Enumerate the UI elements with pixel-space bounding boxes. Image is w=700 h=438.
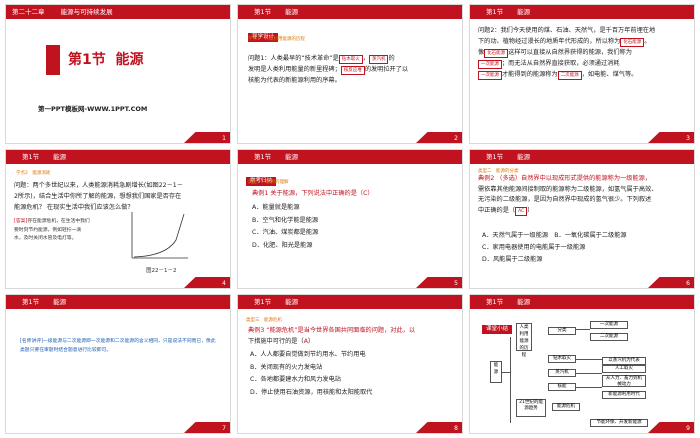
slide-subtitle: 第一PPT模板网-WWW.1PPT.COM [38, 105, 148, 113]
page-number: 4 [222, 280, 226, 287]
page-number: 9 [686, 425, 690, 432]
page-number: 5 [454, 280, 458, 287]
slide-thumbnail-2[interactable]: 第1节 能源 导学设计 学点1 人类利用能源的历程 问题1：人类最早的“技术革命”… [237, 4, 463, 144]
title-block [46, 45, 60, 75]
slide-title: 第1节 能源 [68, 52, 144, 68]
question-text: 典例1 关于能源，下列说法中正确的是（C） [252, 190, 374, 197]
slide-header-bar: 第1节 能源 [6, 150, 230, 164]
slide-body: 问题：两个多世纪以来，人类能源消耗急剧增长(如图22－1－ 2所示)，结合生活中你… [14, 182, 183, 211]
page-number: 2 [454, 135, 458, 142]
page-number: 3 [686, 135, 690, 142]
slide-header-bar: 第1节 能源 [238, 5, 462, 19]
section-title: 能源 [285, 8, 299, 16]
page-number: 1 [222, 135, 226, 142]
mm-eco: 节能环保、开发新能源 [590, 419, 648, 427]
mm-steam: 蒸汽机 [548, 369, 576, 377]
chapter-number: 第二十二章 [12, 8, 45, 16]
mind-map: 能源 人类利用能源的历程 钻木取火 蒸汽机 核能 分类 一次能源 二次能源 以蒸… [470, 295, 694, 433]
mm-secondary: 二次能源 [590, 333, 628, 341]
mm-steam-era: 以蒸汽机为代表 [602, 357, 646, 365]
subsection-label: 学点1 人类利用能源的历程 [248, 37, 305, 42]
slide-header-bar: 第1节 能源 [238, 295, 462, 309]
mm-nuclear: 核能 [548, 383, 576, 391]
mm-class: 分类 [548, 327, 576, 335]
question-options: A．天然气属于一级能源 B．一氧化碳属于二级能源 C．家用电器使用的电能属于一级能… [482, 232, 627, 263]
question-text: 典例2 （多选）自然界中以现成形式提供的能源称为一级能源， 需依靠其他能源间接制取… [478, 175, 658, 216]
subsection-label: 类型一 能源的理解 [248, 180, 289, 185]
mm-primary: 一次能源 [590, 321, 628, 329]
mm-crisis: 能源危机 [552, 403, 580, 411]
slide-header-bar: 第1节 能源 [470, 5, 694, 19]
slide-thumbnail-5[interactable]: 第1节 能源 常考归纳 类型一 能源的理解 典例1 关于能源，下列说法中正确的是（… [237, 149, 463, 289]
slide-header-bar: 第二十二章 能源与可持续发展 [6, 5, 230, 19]
page-number: 7 [222, 425, 226, 432]
slide-thumbnail-6[interactable]: 第1节 能源 类型二 能源的分类 典例2 （多选）自然界中以现成形式提供的能源称为… [469, 149, 695, 289]
slide-thumbnail-7[interactable]: 第1节 能源 [名师讲评]一级能源与二次能源即一次能源和二次能源的含义相同，只是说… [5, 294, 231, 434]
slide-body: 问题1：人类最早的“技术革命”是 钻木取火，蒸汽机的 发明是人类利用能量的新里程碑… [248, 55, 409, 84]
slide-thumbnail-4[interactable]: 第1节 能源 学点2 能源消耗 问题：两个多世纪以来，人类能源消耗急剧增长(如图2… [5, 149, 231, 289]
slide-header-bar: 第1节 能源 [470, 150, 694, 164]
mm-human-fire: 人工取火 [602, 365, 646, 373]
mm-history: 人类利用能源的历程 [516, 323, 532, 358]
slide-thumbnail-9[interactable]: 第1节 能源 课堂小结 能源 人类利用能源的历程 钻木取火 蒸汽机 核能 分类 一… [469, 294, 695, 434]
slide-thumbnail-8[interactable]: 第1节 能源 类型三 能源危机 典例3 “能源危机”是当今世界各国共同面临的问题，… [237, 294, 463, 434]
mm-fire: 钻木取火 [548, 355, 576, 363]
slide-thumbnail-3[interactable]: 第1节 能源 问题2：我们今天使用的煤、石油、天然气，是千百万年前埋在地 下的动、… [469, 4, 695, 144]
answer-hint: [答案]存在能源危机，在生活中我们 要时刻节约能源，例如轻拧一滴 水，及时关闭水管… [14, 219, 90, 241]
chapter-title: 能源与可持续发展 [60, 8, 113, 16]
mm-root: 能源 [490, 361, 502, 383]
slide-thumbnail-1[interactable]: 第二十二章 能源与可持续发展 第1节 能源 第一PPT模板网-WWW.1PPT.… [5, 4, 231, 144]
slide-body: 问题2：我们今天使用的煤、石油、天然气，是千百万年前埋在地 下的动、植物经过漫长… [478, 27, 656, 80]
mm-trend: 21世纪的能源趋势 [516, 399, 546, 417]
page-number: 6 [686, 280, 690, 287]
question-options: A．能量就是能源 B．空气和化学能是能源 C．汽油、煤炭都是能源 D．化肥、阳光是能源 [252, 204, 319, 249]
mm-mech-power: 从人力、畜力到机械动力 [602, 375, 646, 387]
energy-growth-figure [131, 212, 188, 259]
mm-new-era: 新能源利用时代 [602, 391, 646, 399]
teacher-note: [名师讲评]一级能源与二次能源即一次能源和二次能源的含义相同，只是说法不同而已，… [20, 339, 216, 353]
question-options: A．人人都要自觉做到节约用水、节约用电 B．关闭现有的火力发电站 C．各地都要建水力… [250, 351, 373, 396]
section-number: 第1节 [254, 8, 272, 16]
slide-header-bar: 第1节 能源 [6, 295, 230, 309]
subsection-label: 类型三 能源危机 [246, 318, 282, 323]
slide-header-bar: 第1节 能源 [238, 150, 462, 164]
page-number: 8 [454, 425, 458, 432]
figure-caption: 图22－1－2 [146, 268, 177, 274]
question-text: 典例3 “能源危机”是当今世界各国共同面临的问题，对此，以 下措施中可行的是（A） [248, 327, 416, 345]
subsection-label: 学点2 能源消耗 [16, 171, 51, 176]
